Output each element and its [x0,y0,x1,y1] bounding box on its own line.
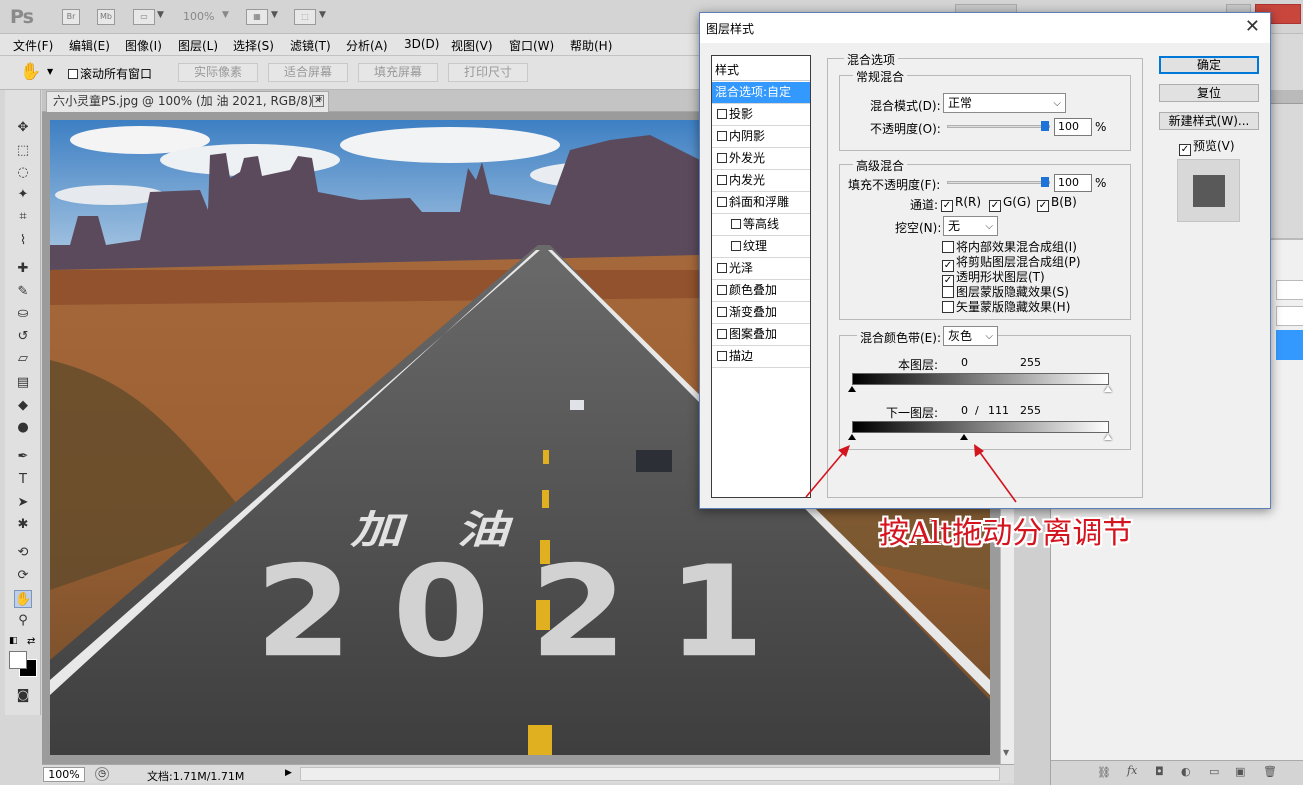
arrow-line-right [975,446,1017,503]
arrow-line-left [805,446,849,498]
arrow-head-left [838,445,850,457]
annotation-arrows [805,444,1017,503]
annotation-caption: 按Alt拖动分离调节 [879,516,1133,551]
